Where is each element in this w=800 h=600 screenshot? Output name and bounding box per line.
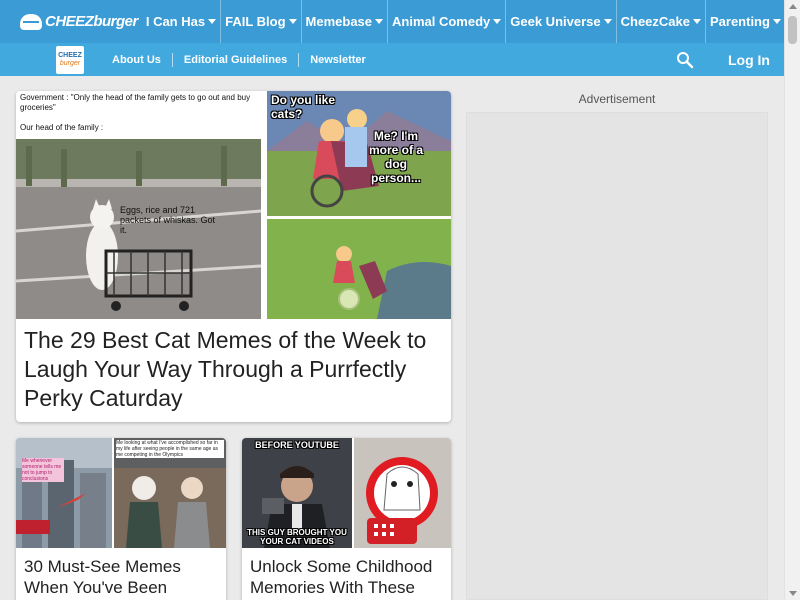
nav-item-label: Geek Universe [510, 14, 601, 29]
nav-item-label: FAIL Blog [225, 14, 286, 29]
scroll-thumb[interactable] [788, 16, 797, 44]
nav-menu: I Can Has FAIL Blog Memebase Animal Come… [142, 0, 785, 43]
meme-bubble-dog-person: Me? I'm more of a dog person... [368, 129, 423, 185]
chevron-down-icon [603, 19, 612, 24]
meme-text-olympics: Me looking at what I've accomplished so … [116, 440, 224, 458]
search-icon[interactable] [676, 51, 694, 69]
editorial-guidelines-link[interactable]: Editorial Guidelines [171, 52, 298, 67]
advertisement-label: Advertisement [578, 92, 656, 106]
login-button[interactable]: Log In [728, 52, 770, 68]
chevron-down-icon [692, 19, 701, 24]
feature-article-card[interactable]: Government : "Only the head of the famil… [16, 91, 451, 422]
article-card-title[interactable]: 30 Must-See Memes When You've Been [24, 556, 224, 598]
cheezburger-logo[interactable]: CHEEZburger [20, 10, 138, 34]
chevron-down-icon [375, 19, 384, 24]
chevron-down-icon [208, 19, 217, 24]
top-navigation-bar: CHEEZburger I Can Has FAIL Blog Memebase… [0, 0, 784, 43]
nav-item-label: I Can Has [145, 14, 206, 29]
meme-caption-cat-videos: THIS GUY BROUGHT YOU YOUR CAT VIDEOS [247, 528, 347, 546]
sub-logo-line1: CHEEZ [58, 51, 82, 59]
nav-item-label: Parenting [709, 14, 770, 29]
heidi-wheelchair-meme-image [267, 91, 451, 319]
article-card-childhood-memories[interactable]: BEFORE YOUTUBE THIS GUY BROUGHT YOU YOUR… [242, 438, 451, 600]
nav-item-label: CheezCake [620, 14, 690, 29]
sub-links: About Us Editorial Guidelines Newsletter [112, 52, 377, 67]
scroll-up-arrow-icon[interactable] [789, 4, 797, 9]
burger-icon [20, 13, 42, 30]
site-sub-logo[interactable]: CHEEZ burger [56, 45, 84, 74]
nav-item-cheezcake[interactable]: CheezCake [615, 0, 705, 43]
sub-navigation-bar: CHEEZ burger About Us Editorial Guidelin… [0, 43, 784, 76]
chevron-down-icon [288, 19, 297, 24]
nav-item-fail-blog[interactable]: FAIL Blog [220, 0, 300, 43]
nav-item-animal-comedy[interactable]: Animal Comedy [387, 0, 505, 43]
meme-text-cart-caption: Eggs, rice and 721 packets of whiskas. G… [120, 205, 216, 235]
newsletter-link[interactable]: Newsletter [298, 52, 377, 67]
nav-item-i-can-has[interactable]: I Can Has [142, 0, 220, 43]
article-card-title[interactable]: Unlock Some Childhood Memories With Thes… [250, 556, 450, 598]
nav-item-label: Memebase [305, 14, 373, 29]
about-us-link[interactable]: About Us [112, 53, 172, 67]
advertisement-slot[interactable] [466, 112, 768, 600]
meme-bubble-do-you-like-cats: Do you like cats? [271, 93, 336, 121]
meme-text-government: Government : "Only the head of the famil… [20, 93, 251, 112]
meme-caption-before-youtube: BEFORE YOUTUBE [255, 440, 339, 450]
nav-item-geek-universe[interactable]: Geek Universe [505, 0, 615, 43]
nav-item-memebase[interactable]: Memebase [300, 0, 387, 43]
sub-logo-line2: burger [59, 59, 81, 67]
meme-text-jump-conclusions: Me whenever someone tells me not to jump… [22, 458, 64, 482]
logo-text: CHEEZburger [45, 13, 138, 30]
chevron-down-icon [493, 19, 502, 24]
nav-item-parenting[interactable]: Parenting [704, 0, 785, 43]
scroll-down-arrow-icon[interactable] [789, 591, 797, 596]
nav-item-label: Animal Comedy [392, 14, 491, 29]
page-scrollbar[interactable] [784, 0, 800, 600]
article-card-olympics-memes[interactable]: Me looking at what I've accomplished so … [16, 438, 226, 600]
meme-text-head-of-family: Our head of the family : [20, 123, 104, 132]
chevron-down-icon [772, 19, 781, 24]
feature-article-title[interactable]: The 29 Best Cat Memes of the Week to Lau… [24, 326, 448, 413]
